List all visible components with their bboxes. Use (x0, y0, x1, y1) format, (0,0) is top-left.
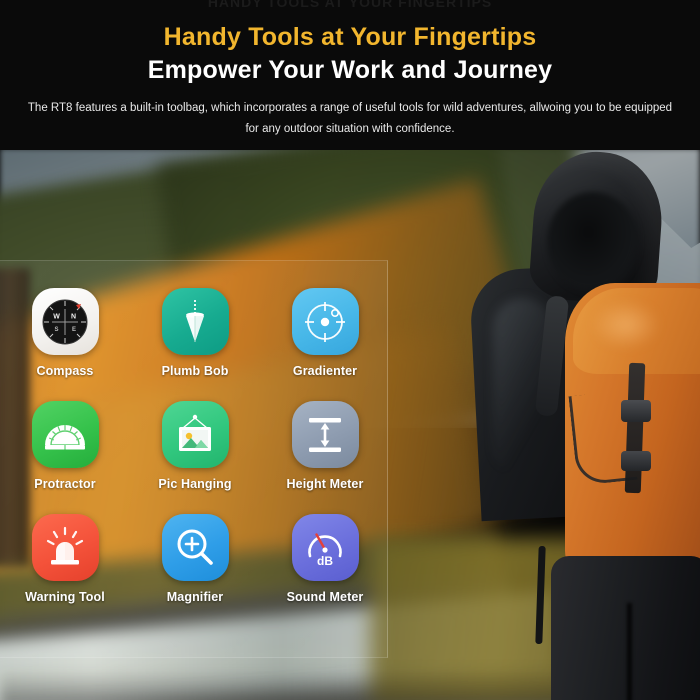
gradienter-icon[interactable] (291, 288, 359, 355)
tool-item-plumb-bob[interactable]: Plumb Bob (130, 288, 260, 401)
backpack-buckle-lower (621, 451, 651, 471)
svg-text:E: E (72, 327, 76, 333)
header-description: The RT8 features a built-in toolbag, whi… (27, 102, 673, 135)
compass-icon[interactable]: N W S E (31, 288, 99, 355)
header-block: HANDY TOOLS AT YOUR FINGERTIPS Handy Too… (0, 0, 700, 150)
tool-label: Gradienter (292, 364, 358, 378)
sound-meter-unit-label: dB (317, 554, 333, 568)
tool-label: Protractor (34, 477, 96, 491)
tool-label: Compass (36, 364, 94, 378)
warning-tool-icon[interactable] (31, 514, 99, 581)
backpack-highlight (591, 300, 661, 350)
hiker-hood-shadow (547, 192, 639, 292)
product-feature-page: N W S E Compass Plumb Bob Gradienter Pro… (0, 0, 700, 700)
svg-text:N: N (71, 313, 76, 320)
protractor-icon[interactable] (31, 401, 99, 468)
tool-label: Plumb Bob (161, 364, 229, 378)
hiker-legs (551, 556, 700, 700)
pic-hanging-icon[interactable] (161, 401, 229, 468)
header-pretitle: HANDY TOOLS AT YOUR FINGERTIPS (207, 0, 493, 10)
hiker-figure (455, 148, 700, 700)
tool-label: Pic Hanging (158, 477, 232, 491)
tool-item-protractor[interactable]: Protractor (0, 401, 130, 514)
page-title: Handy Tools at Your Fingertips (163, 23, 537, 51)
magnifier-icon[interactable] (161, 514, 229, 581)
sound-meter-icon[interactable]: dB (291, 514, 359, 581)
tool-label: Height Meter (286, 477, 364, 491)
hiker-drawstring (535, 545, 546, 645)
tool-item-magnifier[interactable]: Magnifier (130, 514, 260, 627)
tool-item-pic-hanging[interactable]: Pic Hanging (130, 401, 260, 514)
tool-label: Warning Tool (25, 590, 105, 604)
page-subtitle: Empower Your Work and Journey (147, 56, 553, 84)
height-meter-icon[interactable] (291, 401, 359, 468)
backpack-buckle-upper (621, 400, 651, 422)
tool-label: Sound Meter (286, 590, 364, 604)
tool-item-gradienter[interactable]: Gradienter (260, 288, 390, 401)
hiker-leg-seam (627, 603, 632, 700)
plumb-bob-icon[interactable] (161, 288, 229, 355)
tools-grid: N W S E Compass Plumb Bob Gradienter Pro… (0, 288, 390, 627)
svg-text:W: W (53, 313, 60, 320)
tool-label: Magnifier (166, 590, 224, 604)
svg-text:S: S (54, 327, 58, 333)
tool-item-sound-meter[interactable]: dB Sound Meter (260, 514, 390, 627)
tool-item-warning-tool[interactable]: Warning Tool (0, 514, 130, 627)
tool-item-compass[interactable]: N W S E Compass (0, 288, 130, 401)
tool-item-height-meter[interactable]: Height Meter (260, 401, 390, 514)
